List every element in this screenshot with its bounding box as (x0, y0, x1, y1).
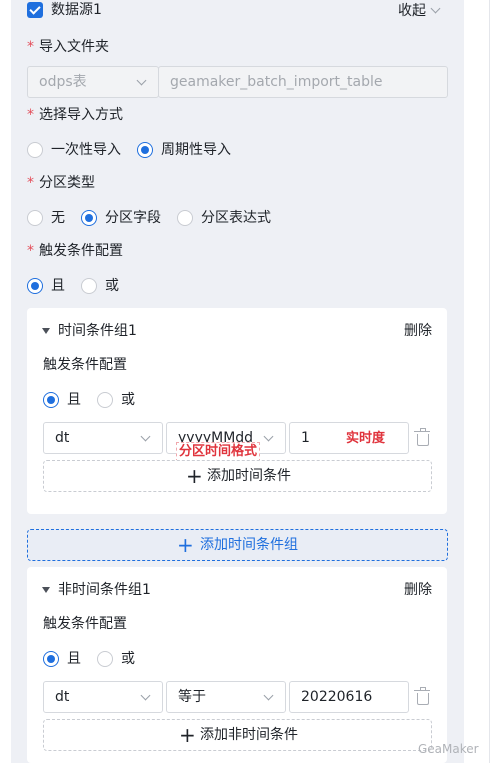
nontime-group-radio-or-label: 或 (121, 651, 135, 667)
radio-periodic[interactable] (137, 142, 153, 158)
add-nontime-condition-button[interactable]: + 添加非时间条件 (43, 719, 432, 751)
time-group-title: 时间条件组1 (58, 323, 137, 339)
trash-icon[interactable] (414, 428, 430, 446)
nontime-operator-value: 等于 (178, 689, 206, 705)
table-name-input[interactable]: geamaker_batch_import_table (158, 66, 448, 98)
add-time-condition-group-button[interactable]: + 添加时间条件组 (27, 529, 448, 561)
time-group-radio-and[interactable] (43, 392, 59, 408)
radio-trigger-and-label: 且 (51, 278, 65, 294)
trigger-config-label: * 触发条件配置 (27, 243, 123, 259)
chevron-down-icon (140, 690, 151, 701)
datasource-title: 数据源1 (51, 2, 102, 18)
collapse-label: 收起 (398, 3, 426, 19)
radio-once[interactable] (27, 142, 43, 158)
radio-partition-expression-label: 分区表达式 (201, 210, 271, 226)
nontime-group-radio-and[interactable] (43, 651, 59, 667)
watermark: GeaMaker (418, 742, 479, 756)
nontime-field-select[interactable]: dt (43, 681, 163, 713)
plus-icon: + (177, 533, 194, 557)
chevron-down-icon (263, 690, 274, 701)
chevron-down-icon (136, 75, 147, 86)
source-type-value: odps表 (39, 74, 87, 90)
plus-icon: + (186, 464, 203, 488)
add-time-condition-label: 添加时间条件 (207, 468, 291, 484)
nontime-value-input[interactable]: 20220616 (289, 681, 409, 713)
add-nontime-condition-label: 添加非时间条件 (200, 727, 298, 743)
nontime-group-delete-button[interactable]: 删除 (404, 580, 432, 600)
source-type-select[interactable]: odps表 (27, 66, 159, 98)
import-folder-label: * 导入文件夹 (27, 39, 109, 55)
radio-periodic-label: 周期性导入 (161, 142, 231, 158)
nontime-group-title: 非时间条件组1 (58, 582, 151, 598)
table-name-placeholder: geamaker_batch_import_table (170, 74, 383, 90)
caret-down-icon[interactable] (42, 328, 50, 334)
time-group-radio-or-label: 或 (121, 392, 135, 408)
time-group-delete-button[interactable]: 删除 (404, 321, 432, 341)
time-group-radio-or[interactable] (97, 392, 113, 408)
nontime-value: 20220616 (301, 689, 373, 705)
time-group-trigger-label: 触发条件配置 (43, 357, 127, 373)
radio-partition-none-label: 无 (51, 210, 65, 226)
collapse-button[interactable]: 收起 (398, 0, 441, 21)
radio-partition-expression[interactable] (177, 210, 193, 226)
add-time-condition-group-label: 添加时间条件组 (200, 537, 298, 553)
partition-format-annotation: 分区时间格式 (176, 442, 261, 462)
radio-partition-field-label: 分区字段 (105, 210, 161, 226)
nontime-operator-select[interactable]: 等于 (166, 681, 286, 713)
partition-type-label: * 分区类型 (27, 175, 95, 191)
radio-trigger-or[interactable] (81, 278, 97, 294)
radio-partition-field[interactable] (81, 210, 97, 226)
nontime-group-radio-or[interactable] (97, 651, 113, 667)
right-border (489, 0, 490, 763)
datasource-checkbox[interactable] (27, 2, 43, 18)
radio-partition-none[interactable] (27, 210, 43, 226)
timeliness-annotation: 实时度 (346, 431, 386, 446)
time-value: 1 (301, 430, 310, 446)
radio-trigger-or-label: 或 (105, 278, 119, 294)
add-time-condition-button[interactable]: + 添加时间条件 (43, 460, 432, 492)
chevron-down-icon (263, 431, 274, 442)
trash-icon[interactable] (414, 687, 430, 705)
time-condition-group-card: 时间条件组1 删除 触发条件配置 且 或 dt yyyyMMdd 1 实时度 分… (27, 308, 447, 514)
time-value-input[interactable]: 1 实时度 (289, 422, 409, 454)
caret-down-icon[interactable] (42, 587, 50, 593)
time-group-radio-and-label: 且 (67, 392, 81, 408)
nontime-field-value: dt (55, 689, 70, 705)
nontime-group-trigger-label: 触发条件配置 (43, 616, 127, 632)
nontime-group-radio-and-label: 且 (67, 651, 81, 667)
import-mode-label: * 选择导入方式 (27, 107, 123, 123)
plus-icon: + (179, 723, 196, 747)
nontime-condition-group-card: 非时间条件组1 删除 触发条件配置 且 或 dt 等于 20220616 + 添… (27, 567, 447, 763)
radio-trigger-and[interactable] (27, 278, 43, 294)
time-field-select[interactable]: dt (43, 422, 163, 454)
time-field-value: dt (55, 430, 70, 446)
radio-once-label: 一次性导入 (51, 142, 121, 158)
chevron-down-icon (140, 431, 151, 442)
